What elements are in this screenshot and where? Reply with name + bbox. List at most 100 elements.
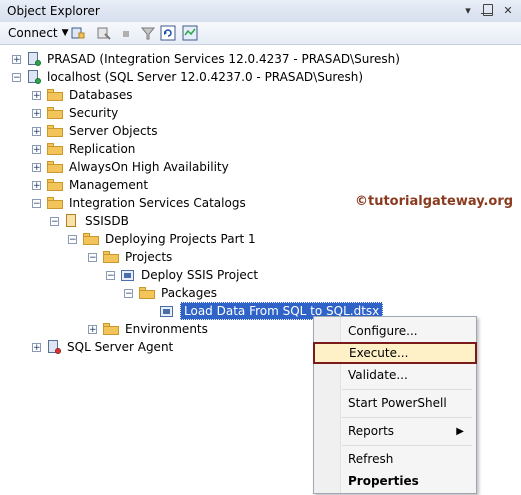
tree-node-label: SQL Server Agent <box>67 340 174 354</box>
expand-icon[interactable]: + <box>32 90 41 100</box>
expand-icon[interactable]: + <box>32 108 41 118</box>
tree-node-label: Replication <box>69 142 136 156</box>
menu-item-label: Validate... <box>348 368 408 382</box>
collapse-icon[interactable]: − <box>124 288 133 298</box>
tree-node-sql-server-agent[interactable]: + SQL Server Agent <box>32 338 173 356</box>
tree-node-environments[interactable]: + Environments <box>88 320 208 338</box>
menu-item-label: Properties <box>348 474 419 488</box>
tree-node-label: Projects <box>125 250 173 264</box>
folder-icon <box>47 143 63 155</box>
menu-item-label: Start PowerShell <box>348 396 447 410</box>
stop-icon[interactable] <box>118 25 134 41</box>
tree-node-label: Management <box>69 178 149 192</box>
menu-item-validate[interactable]: Validate... <box>314 364 474 386</box>
folder-icon <box>47 161 63 173</box>
tree-node-projects[interactable]: − Projects <box>88 248 172 266</box>
tree-node-label: Deploy SSIS Project <box>141 268 259 282</box>
collapse-icon[interactable]: − <box>68 234 77 244</box>
tree-node-alwayson[interactable]: + AlwaysOn High Availability <box>32 158 229 176</box>
folder-icon <box>47 89 63 101</box>
tree-node-deploy-ssis-project[interactable]: − Deploy SSIS Project <box>106 266 258 284</box>
menu-separator <box>342 417 472 418</box>
tree-node-security[interactable]: + Security <box>32 104 118 122</box>
folder-icon <box>83 233 99 245</box>
server-icon <box>27 52 41 66</box>
window-title: Object Explorer <box>7 4 100 18</box>
dropdown-icon[interactable]: ▾ <box>461 3 475 17</box>
package-icon <box>160 304 174 318</box>
connect-object-icon[interactable] <box>70 25 86 41</box>
chevron-down-icon: ▼ <box>61 28 69 38</box>
catalog-icon <box>65 214 79 228</box>
expand-icon[interactable]: + <box>12 54 21 64</box>
tree-node-deploying-projects[interactable]: − Deploying Projects Part 1 <box>68 230 256 248</box>
tree-node-label: Security <box>69 106 119 120</box>
menu-separator <box>342 445 472 446</box>
tree-node-management[interactable]: + Management <box>32 176 148 194</box>
folder-icon <box>103 251 119 263</box>
folder-icon <box>139 287 155 299</box>
connect-dropdown-button[interactable]: Connect ▼ <box>8 25 69 41</box>
watermark-text: ©tutorialgateway.org <box>355 194 514 209</box>
tree-node-label: Packages <box>161 286 217 300</box>
expand-icon[interactable]: + <box>32 180 41 190</box>
menu-item-configure[interactable]: Configure... <box>314 320 474 342</box>
menu-separator <box>342 389 472 390</box>
menu-item-label: Configure... <box>348 324 418 338</box>
expand-icon[interactable]: + <box>32 162 41 172</box>
expand-icon[interactable]: + <box>32 342 41 352</box>
tree-node-databases[interactable]: + Databases <box>32 86 133 104</box>
activity-monitor-icon[interactable] <box>182 25 198 41</box>
tree-node-replication[interactable]: + Replication <box>32 140 135 158</box>
tree-node-server-objects[interactable]: + Server Objects <box>32 122 158 140</box>
menu-item-label: Refresh <box>348 452 394 466</box>
expand-icon[interactable]: + <box>32 144 41 154</box>
tree-node-label: Integration Services Catalogs <box>69 196 246 210</box>
tree-node-label: SSISDB <box>85 214 129 228</box>
tree-node-label: localhost (SQL Server 12.0.4237.0 - PRAS… <box>47 70 364 84</box>
expand-icon[interactable]: + <box>88 324 97 334</box>
context-menu: Configure... Execute... Validate... Star… <box>313 316 477 494</box>
window-controls: ▾ ✕ <box>461 3 515 17</box>
menu-item-label: Reports <box>348 424 395 438</box>
folder-icon <box>47 125 63 137</box>
collapse-icon[interactable]: − <box>32 198 41 208</box>
collapse-icon[interactable]: − <box>12 72 21 82</box>
close-icon[interactable]: ✕ <box>501 3 515 17</box>
collapse-icon[interactable]: − <box>50 216 59 226</box>
menu-item-refresh[interactable]: Refresh <box>314 448 474 470</box>
pin-icon[interactable] <box>481 3 495 17</box>
menu-item-execute[interactable]: Execute... <box>313 342 477 364</box>
connect-label: Connect <box>8 26 58 40</box>
tree-node-label: Databases <box>69 88 133 102</box>
agent-icon <box>47 340 61 354</box>
folder-icon <box>47 197 63 209</box>
menu-item-properties[interactable]: Properties <box>314 470 474 492</box>
tree-node-integration-services-catalogs[interactable]: − Integration Services Catalogs <box>32 194 246 212</box>
menu-item-start-powershell[interactable]: Start PowerShell <box>314 392 474 414</box>
filter-icon[interactable] <box>140 25 156 41</box>
collapse-icon[interactable]: − <box>88 252 97 262</box>
server-icon <box>27 70 41 84</box>
project-icon <box>121 268 135 282</box>
folder-icon <box>47 179 63 191</box>
tree-node-prasad-server[interactable]: + PRASAD (Integration Services 12.0.4237… <box>12 50 400 68</box>
folder-icon <box>103 323 119 335</box>
menu-item-reports[interactable]: Reports ▶ <box>314 420 474 442</box>
disconnect-icon[interactable] <box>96 25 112 41</box>
folder-icon <box>47 107 63 119</box>
tree-node-packages[interactable]: − Packages <box>124 284 217 302</box>
tree-node-label: AlwaysOn High Availability <box>69 160 229 174</box>
tree-node-localhost-server[interactable]: − localhost (SQL Server 12.0.4237.0 - PR… <box>12 68 363 86</box>
tree-node-label: Server Objects <box>69 124 158 138</box>
refresh-icon[interactable] <box>160 25 176 41</box>
object-explorer-toolbar: Connect ▼ <box>0 22 521 45</box>
tree-node-label: PRASAD (Integration Services 12.0.4237 -… <box>47 52 400 66</box>
chevron-right-icon: ▶ <box>456 425 464 437</box>
tree-node-label: Deploying Projects Part 1 <box>105 232 256 246</box>
tree-node-label: Environments <box>125 322 208 336</box>
menu-item-label: Execute... <box>349 346 409 360</box>
tree-node-ssisdb[interactable]: − SSISDB <box>50 212 129 230</box>
collapse-icon[interactable]: − <box>106 270 115 280</box>
expand-icon[interactable]: + <box>32 126 41 136</box>
